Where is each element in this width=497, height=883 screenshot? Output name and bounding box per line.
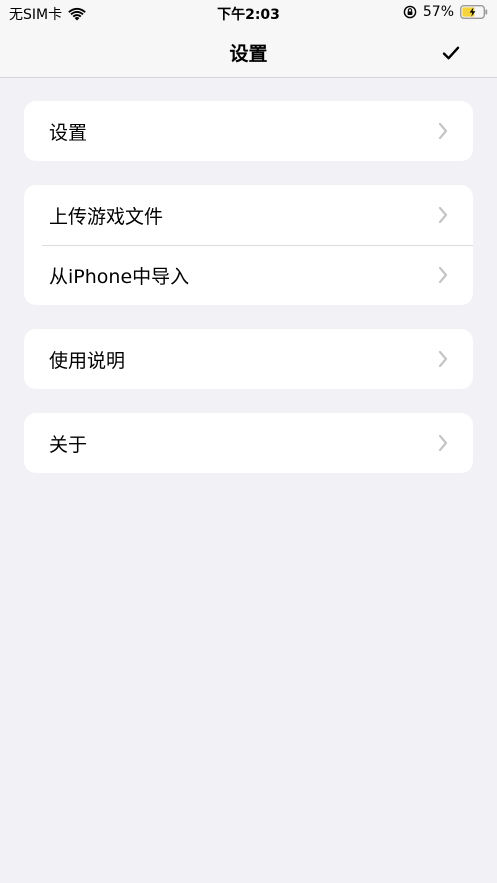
battery-percent: 57% bbox=[422, 4, 454, 20]
chevron-right-icon bbox=[438, 266, 448, 284]
status-bar: 无SIM卡 下午2:03 57% bbox=[0, 0, 497, 26]
row-label: 上传游戏文件 bbox=[49, 205, 164, 228]
chevron-right-icon bbox=[438, 434, 448, 452]
files-group: 上传游戏文件 从iPhone中导入 bbox=[24, 185, 473, 305]
done-button[interactable] bbox=[439, 41, 463, 65]
about-group: 关于 bbox=[24, 413, 473, 473]
row-label: 关于 bbox=[49, 433, 88, 456]
battery-charging-icon bbox=[460, 5, 488, 19]
instructions-row[interactable]: 使用说明 bbox=[24, 329, 473, 389]
row-label: 设置 bbox=[49, 121, 88, 144]
chevron-right-icon bbox=[438, 122, 448, 140]
status-right: 57% bbox=[403, 4, 488, 20]
about-row[interactable]: 关于 bbox=[24, 413, 473, 473]
rotation-lock-icon bbox=[403, 5, 417, 19]
page-title: 设置 bbox=[229, 43, 268, 65]
settings-row[interactable]: 设置 bbox=[24, 101, 473, 161]
import-from-iphone-row[interactable]: 从iPhone中导入 bbox=[24, 245, 473, 305]
help-group: 使用说明 bbox=[24, 329, 473, 389]
settings-group: 设置 bbox=[24, 101, 473, 161]
upload-game-files-row[interactable]: 上传游戏文件 bbox=[24, 185, 473, 245]
chevron-right-icon bbox=[438, 350, 448, 368]
row-label: 从iPhone中导入 bbox=[49, 265, 190, 288]
row-label: 使用说明 bbox=[49, 349, 126, 372]
checkmark-icon bbox=[442, 46, 460, 60]
chevron-right-icon bbox=[438, 206, 448, 224]
navigation-bar: 设置 bbox=[0, 26, 497, 78]
